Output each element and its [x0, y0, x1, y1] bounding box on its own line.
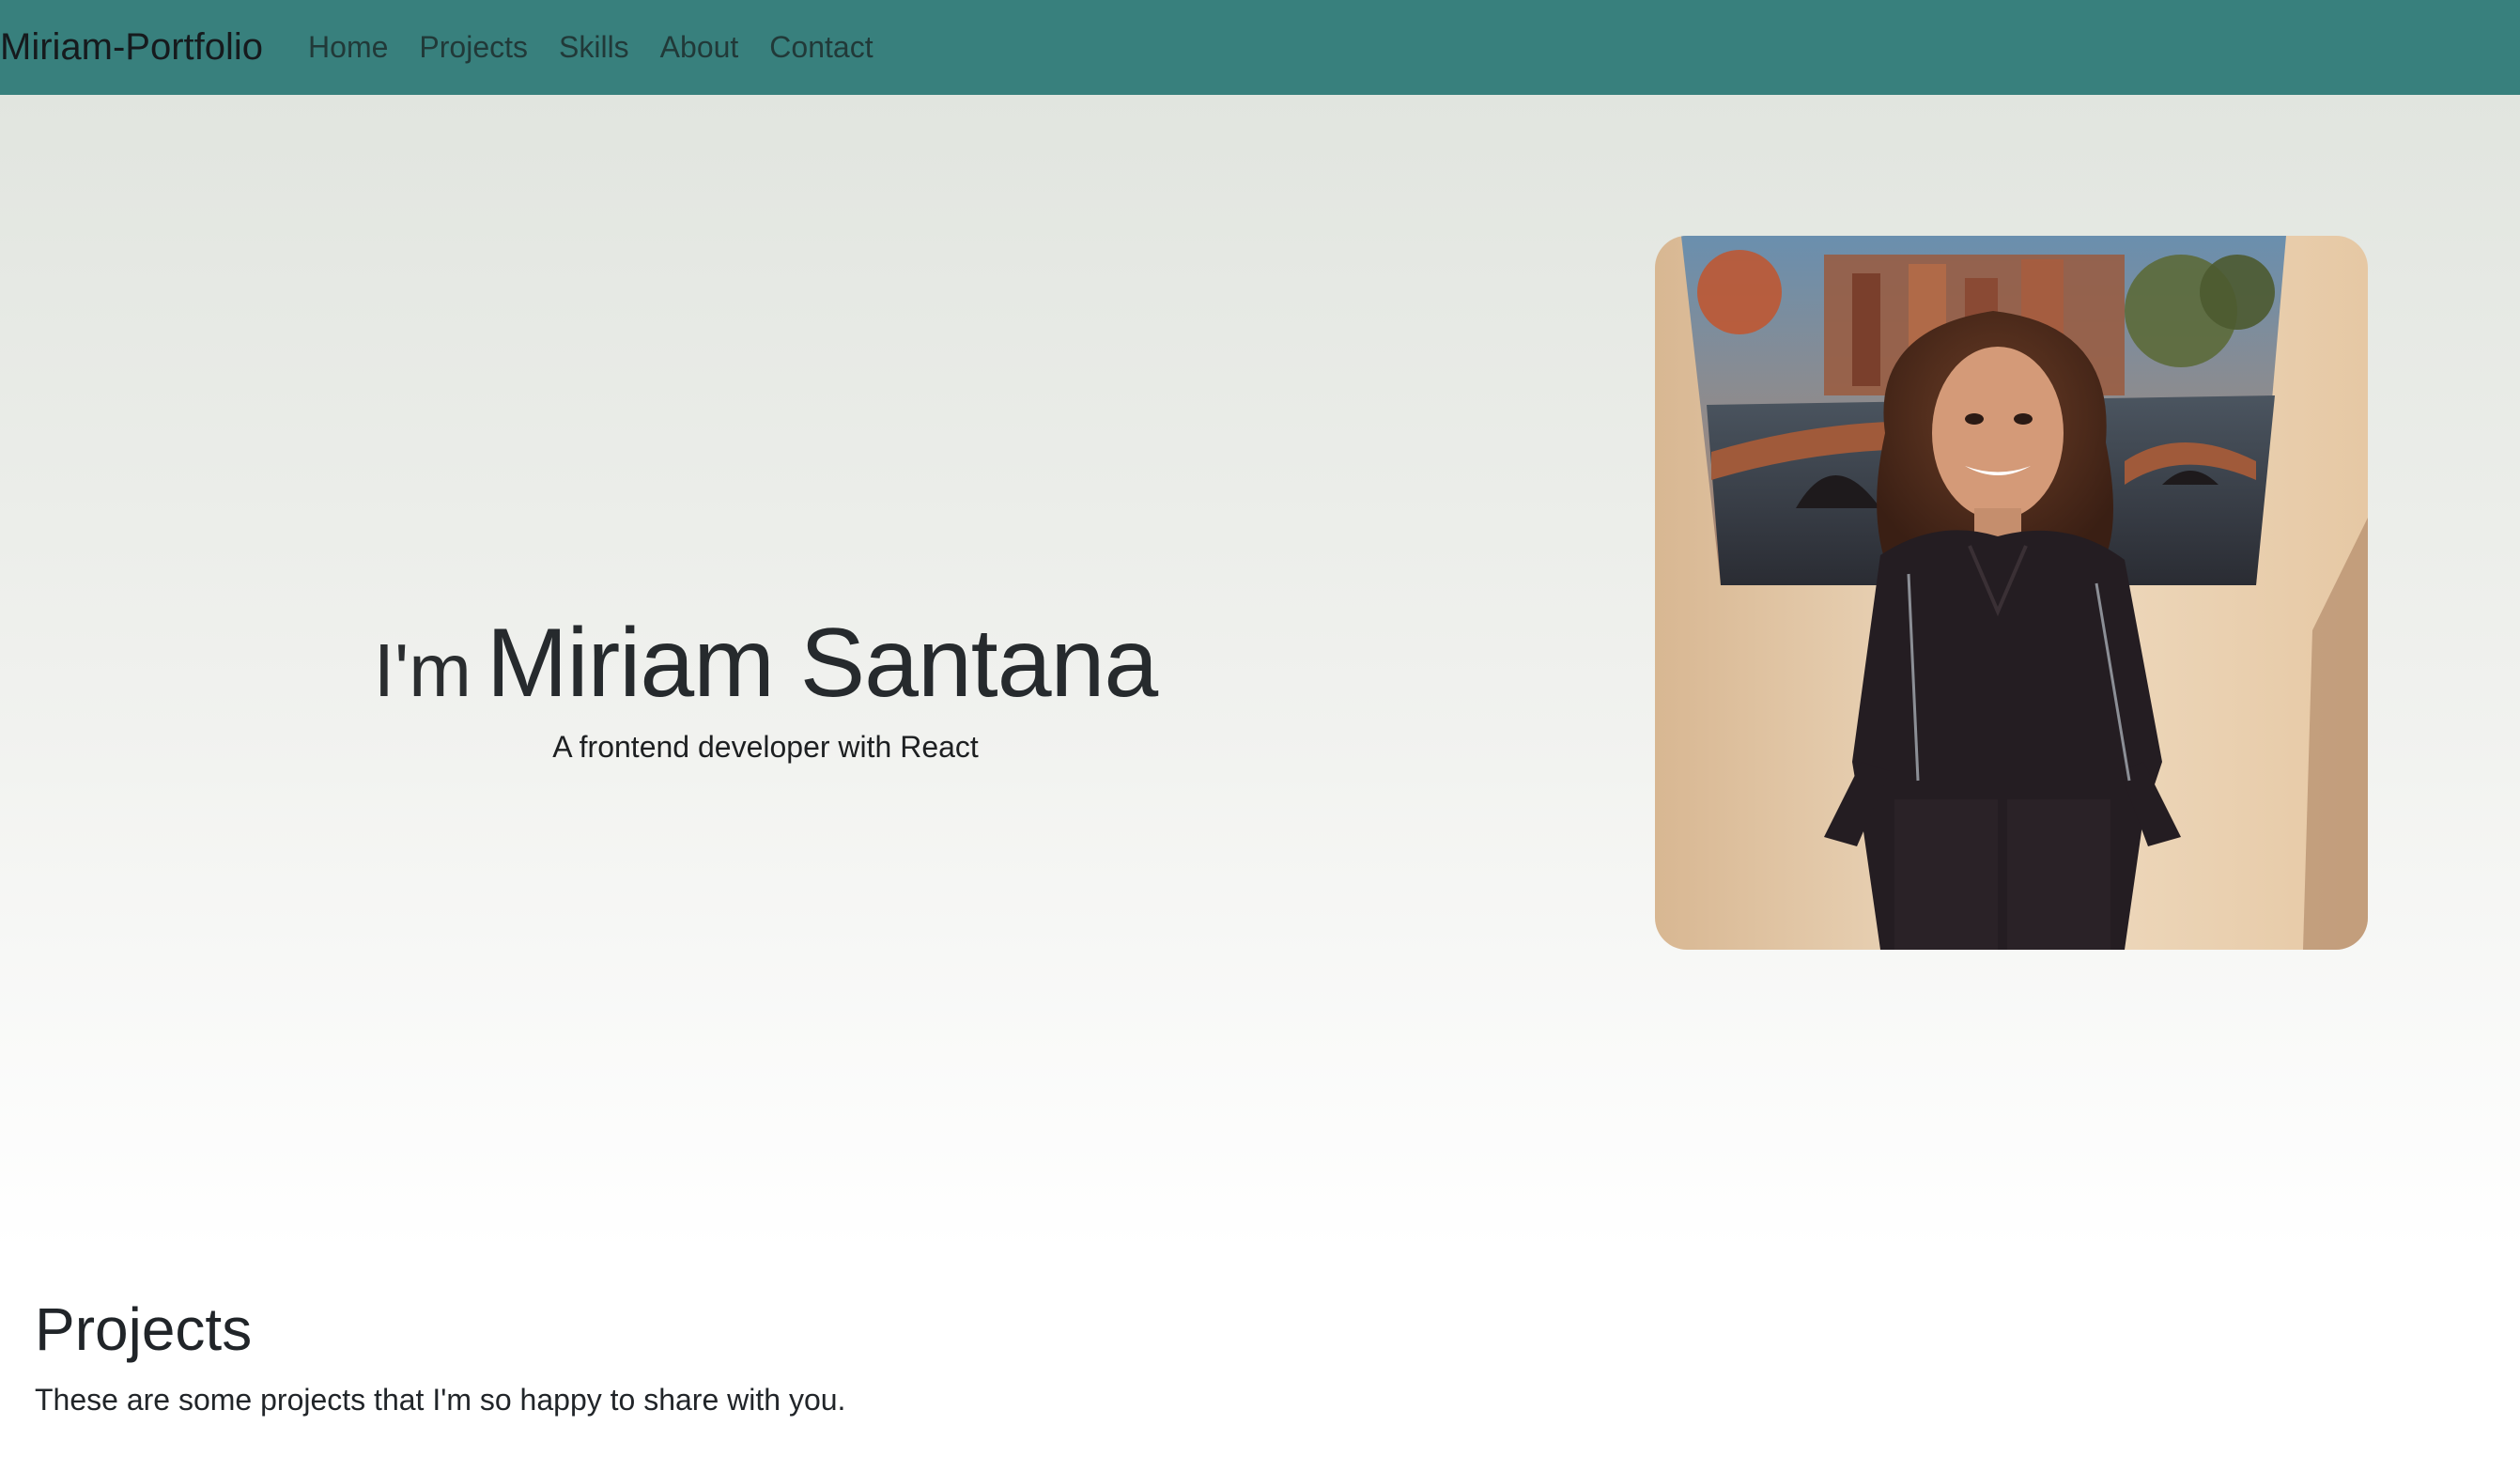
hero-subtitle: A frontend developer with React: [552, 730, 979, 765]
projects-section: Projects These are some projects that I'…: [35, 1296, 2477, 1418]
nav-links: Home Projects Skills About Contact: [308, 30, 904, 65]
nav-link-skills[interactable]: Skills: [559, 30, 629, 65]
hero-name: Miriam Santana: [486, 609, 1158, 718]
brand-link[interactable]: Miriam-Portfolio: [0, 26, 263, 69]
hero-title: I'm Miriam Santana: [0, 610, 1531, 717]
hero-text-block: I'm Miriam Santana A frontend developer w…: [0, 610, 1531, 765]
projects-title: Projects: [35, 1295, 253, 1363]
nav-link-contact[interactable]: Contact: [769, 30, 873, 65]
hero-greeting: I'm: [373, 628, 472, 712]
nav-link-home[interactable]: Home: [308, 30, 388, 65]
navbar: Miriam-Portfolio Home Projects Skills Ab…: [0, 0, 2520, 95]
nav-link-about[interactable]: About: [660, 30, 739, 65]
nav-link-projects[interactable]: Projects: [419, 30, 528, 65]
profile-photo: [1655, 236, 2368, 950]
projects-description: These are some projects that I'm so happ…: [35, 1383, 846, 1418]
